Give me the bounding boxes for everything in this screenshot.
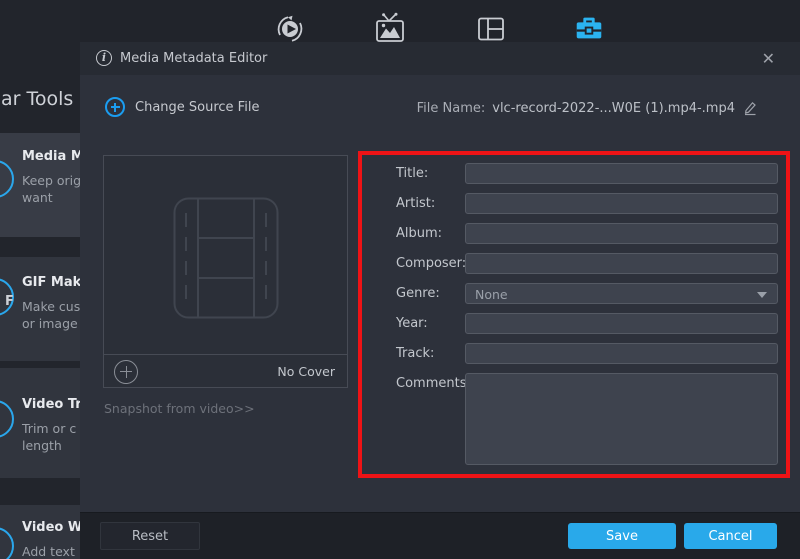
- sidebar-item-title: GIF Mak: [22, 275, 80, 290]
- chevron-down-icon: [757, 292, 767, 298]
- reset-button[interactable]: Reset: [100, 522, 200, 550]
- sidebar-item-media-metadata[interactable]: Media M Keep orig want: [0, 133, 80, 237]
- media-metadata-editor-dialog: i Media Metadata Editor ✕ Change Source …: [80, 42, 800, 559]
- sidebar-tools-panel: ar Tools Media M Keep orig want F GIF Ma…: [0, 0, 80, 559]
- artist-label: Artist:: [396, 193, 435, 214]
- genre-selected-value: None: [475, 287, 508, 302]
- sidebar-item-desc: want: [22, 190, 53, 206]
- video-watermark-icon: [0, 527, 14, 559]
- composer-label: Composer:: [396, 253, 466, 274]
- artist-input[interactable]: [465, 193, 778, 214]
- converter-icon[interactable]: [273, 12, 307, 46]
- sidebar-item-desc: or image: [22, 316, 78, 332]
- dialog-header: i Media Metadata Editor ✕: [80, 42, 800, 75]
- sidebar-item-desc: Make cus: [22, 299, 80, 315]
- media-metadata-icon: [0, 160, 14, 198]
- sidebar-item-title: Media M: [22, 149, 80, 164]
- edit-filename-icon[interactable]: [742, 100, 758, 116]
- cover-preview-panel: No Cover: [103, 155, 348, 388]
- file-name-value: vlc-record-2022-...W0E (1).mp4-.mp4: [492, 101, 735, 116]
- metadata-form-highlight: Title: Artist: Album: Composer: Genre: N…: [358, 151, 790, 478]
- album-input[interactable]: [465, 223, 778, 244]
- add-cover-button[interactable]: [114, 360, 138, 384]
- sidebar-item-desc: length: [22, 438, 62, 454]
- track-label: Track:: [396, 343, 434, 364]
- info-icon: i: [96, 50, 112, 66]
- snapshot-from-video-link[interactable]: Snapshot from video>>: [104, 401, 255, 416]
- film-strip-icon: [173, 197, 279, 323]
- toolbox-icon[interactable]: [572, 11, 606, 45]
- sidebar-item-desc: Keep orig: [22, 173, 80, 189]
- dialog-title: Media Metadata Editor: [120, 51, 267, 66]
- dialog-footer: Reset Save Cancel: [80, 512, 800, 559]
- album-label: Album:: [396, 223, 442, 244]
- sidebar-item-desc: Add text: [22, 544, 75, 559]
- sidebar-item-title: Video Tr: [22, 397, 80, 412]
- title-input[interactable]: [465, 163, 778, 184]
- composer-input[interactable]: [465, 253, 778, 274]
- video-trimmer-icon: [0, 400, 14, 438]
- sidebar-item-title: Video W: [22, 520, 80, 535]
- genre-dropdown[interactable]: None: [465, 283, 778, 304]
- sidebar-item-video-watermark[interactable]: Video W Add text: [0, 505, 80, 559]
- change-source-file-button[interactable]: Change Source File: [135, 100, 259, 115]
- app-window: ar Tools Media M Keep orig want F GIF Ma…: [0, 0, 800, 559]
- sidebar-item-video-trimmer[interactable]: Video Tr Trim or c length: [0, 368, 80, 478]
- year-label: Year:: [396, 313, 428, 334]
- comments-textarea[interactable]: [465, 373, 778, 465]
- sidebar-item-gif-maker[interactable]: F GIF Mak Make cus or image: [0, 257, 80, 361]
- title-label: Title:: [396, 163, 428, 184]
- gif-icon-letter: F: [5, 294, 14, 309]
- no-cover-label: No Cover: [277, 364, 335, 379]
- comments-label: Comments:: [396, 373, 471, 394]
- close-icon[interactable]: ✕: [762, 49, 775, 68]
- file-name-row: File Name: vlc-record-2022-...W0E (1).mp…: [417, 100, 758, 116]
- genre-label: Genre:: [396, 283, 440, 304]
- cover-action-bar: No Cover: [104, 354, 347, 387]
- sidebar-title: ar Tools: [1, 88, 73, 110]
- mv-maker-icon[interactable]: [373, 12, 407, 46]
- year-input[interactable]: [465, 313, 778, 334]
- file-name-label: File Name:: [417, 101, 486, 116]
- sidebar-item-desc: Trim or c: [22, 421, 76, 437]
- collage-icon[interactable]: [474, 12, 508, 46]
- track-input[interactable]: [465, 343, 778, 364]
- cancel-button[interactable]: Cancel: [684, 523, 777, 549]
- change-source-plus-icon[interactable]: [105, 97, 125, 117]
- save-button[interactable]: Save: [568, 523, 676, 549]
